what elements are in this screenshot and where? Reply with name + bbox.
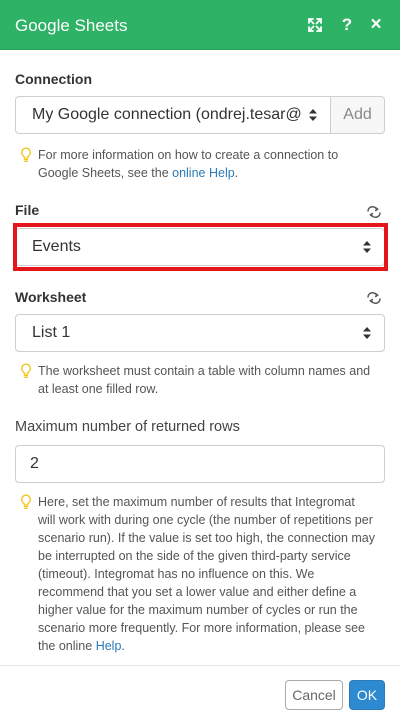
connection-select[interactable]: My Google connection (ondrej.tesar@ [15, 96, 331, 134]
max-rows-hint: Here, set the maximum number of results … [20, 493, 375, 655]
ok-button[interactable]: OK [349, 680, 385, 710]
file-select[interactable]: Events [15, 228, 385, 266]
expand-icon[interactable] [305, 14, 325, 36]
add-connection-button[interactable]: Add [330, 96, 385, 134]
module-title: Google Sheets [15, 16, 128, 35]
module-header: Google Sheets ? × [0, 0, 400, 50]
cancel-button[interactable]: Cancel [285, 680, 343, 710]
close-icon[interactable]: × [366, 14, 386, 36]
connection-label: Connection [15, 71, 92, 87]
footer-divider [0, 665, 400, 666]
max-rows-hint-end: . [121, 639, 125, 653]
help-icon[interactable]: ? [337, 14, 357, 36]
connection-hint-end: . [234, 166, 239, 180]
worksheet-hint-text: The worksheet must contain a table with … [38, 364, 371, 396]
worksheet-label: Worksheet [15, 289, 87, 305]
lightbulb-icon [21, 494, 31, 510]
lightbulb-icon [21, 147, 31, 163]
online-help-link[interactable]: online Help [172, 166, 235, 180]
file-value: Events [32, 238, 81, 255]
lightbulb-icon [21, 363, 31, 379]
select-caret-icon [363, 327, 371, 339]
help-link[interactable]: Help [96, 639, 122, 653]
connection-value: My Google connection (ondrej.tesar@ [32, 106, 302, 123]
select-caret-icon [309, 109, 317, 121]
connection-hint: For more information on how to create a … [20, 146, 375, 182]
max-rows-hint-text: Here, set the maximum number of results … [38, 495, 375, 653]
worksheet-value: List 1 [32, 324, 71, 341]
refresh-icon[interactable] [365, 291, 383, 305]
file-label: File [15, 202, 40, 218]
worksheet-select[interactable]: List 1 [15, 314, 385, 352]
refresh-icon[interactable] [365, 205, 383, 219]
worksheet-hint: The worksheet must contain a table with … [20, 362, 375, 398]
select-caret-icon [363, 241, 371, 253]
max-rows-input[interactable]: 2 [15, 445, 385, 483]
max-rows-label: Maximum number of returned rows [15, 419, 240, 435]
